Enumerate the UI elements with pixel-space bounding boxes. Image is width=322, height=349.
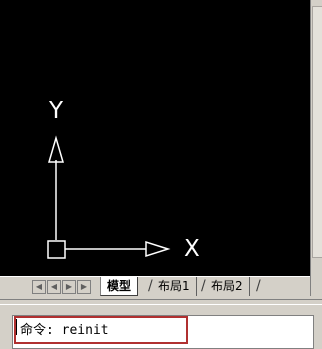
tab-separator: / (256, 278, 261, 294)
text-cursor (16, 319, 17, 335)
tab-layout2-label: 布局2 (211, 279, 243, 293)
tab-layout2[interactable]: 布局2 (205, 277, 250, 296)
ucs-y-arrow (48, 135, 64, 163)
scrollbar-thumb[interactable] (312, 6, 322, 258)
ucs-y-label: Y (49, 98, 64, 124)
ucs-icon (47, 135, 171, 259)
first-tab-button[interactable]: ◀ (32, 280, 46, 294)
previous-tab-button[interactable]: ◀ (47, 280, 61, 294)
layout-tab-bar: ◀ ◀ ▶ ▶ 模型 / 布局1 / 布局2 / (0, 276, 310, 298)
ucs-x-label: X (184, 236, 200, 262)
tab-model[interactable]: 模型 (100, 277, 139, 296)
ucs-origin-box (47, 240, 66, 259)
command-line-text[interactable]: 命令: reinit (20, 319, 109, 338)
tab-layout1-label: 布局1 (158, 279, 190, 293)
panel-splitter[interactable] (0, 299, 322, 305)
vertical-scrollbar[interactable] (310, 0, 322, 296)
tab-layout1[interactable]: 布局1 (152, 277, 197, 296)
tab-model-label: 模型 (107, 279, 132, 293)
last-tab-button[interactable]: ▶ (77, 280, 91, 294)
drawing-canvas[interactable]: Y X (0, 0, 310, 276)
next-tab-button[interactable]: ▶ (62, 280, 76, 294)
ucs-x-arrow (145, 240, 171, 258)
